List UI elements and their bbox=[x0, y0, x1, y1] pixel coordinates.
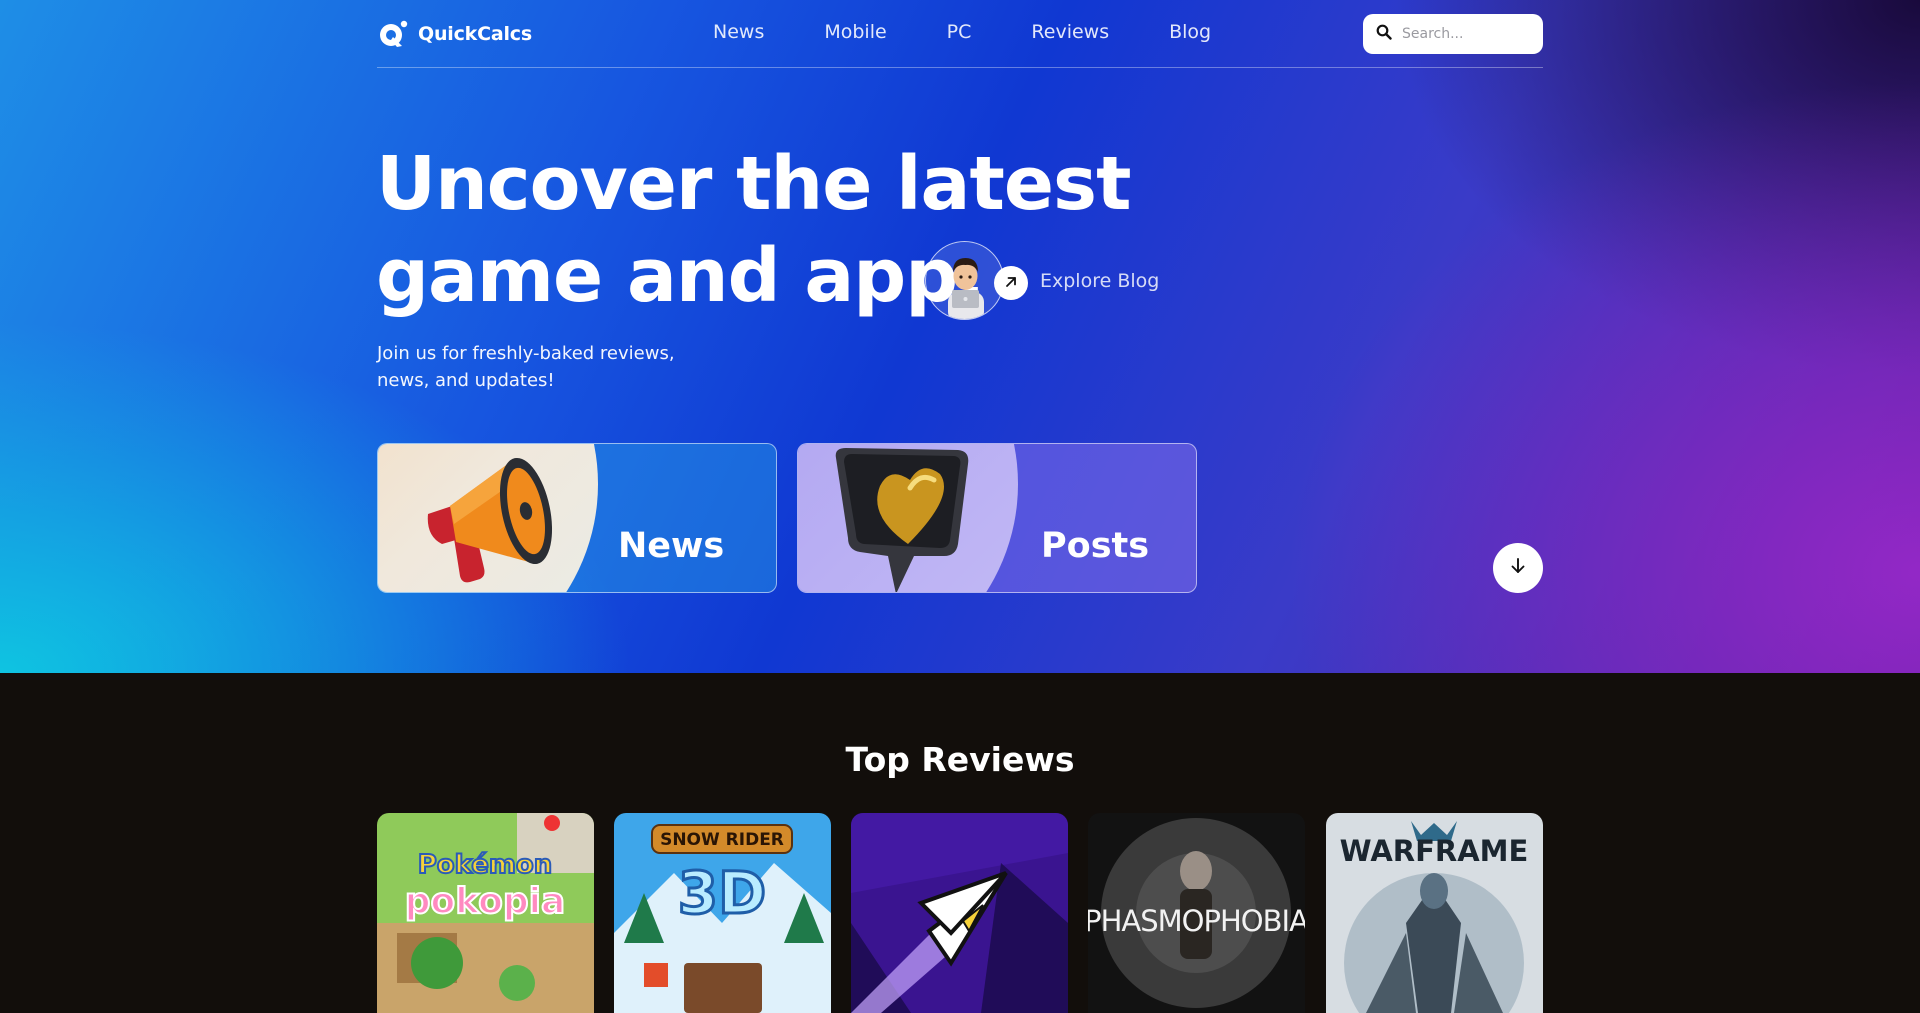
hero-subtitle: Join us for freshly-baked reviews, news,… bbox=[377, 340, 717, 394]
nav-link-mobile[interactable]: Mobile bbox=[824, 21, 886, 43]
news-card[interactable]: News bbox=[377, 443, 777, 593]
top-reviews-heading: Top Reviews bbox=[845, 740, 1075, 779]
brand-name: QuickCalcs bbox=[418, 23, 532, 45]
pokopia-art-title: pokopia bbox=[405, 881, 566, 922]
main-menu: News Mobile PC Reviews Blog bbox=[713, 21, 1211, 43]
search-icon bbox=[1376, 24, 1392, 44]
subtitle-line-1: Join us for freshly-baked reviews, bbox=[377, 343, 675, 364]
explore-blog-link[interactable]: Explore Blog bbox=[1040, 270, 1159, 292]
search-box[interactable] bbox=[1363, 14, 1543, 54]
headline-line-1: Uncover the latest bbox=[376, 141, 1131, 227]
posts-card[interactable]: Posts bbox=[797, 443, 1197, 593]
svg-text:3D: 3D bbox=[678, 859, 767, 927]
arrow-down-icon bbox=[1508, 556, 1528, 580]
svg-text:SNOW RIDER: SNOW RIDER bbox=[660, 830, 784, 850]
review-card-pokopia[interactable]: Pokémon pokopia bbox=[377, 813, 594, 1013]
hero-section: QuickCalcs News Mobile PC Reviews Blog U… bbox=[0, 0, 1920, 673]
explore-blog-arrow-button[interactable] bbox=[994, 266, 1028, 300]
warframe-art-title: WARFRAME bbox=[1340, 834, 1529, 868]
posts-card-label: Posts bbox=[1041, 526, 1150, 566]
subtitle-line-2: news, and updates! bbox=[377, 370, 555, 391]
avatar[interactable] bbox=[925, 241, 1004, 320]
review-card-geometry-rocket[interactable] bbox=[851, 813, 1068, 1013]
scroll-down-button[interactable] bbox=[1493, 543, 1543, 593]
review-card-snow-rider-3d[interactable]: SNOW RIDER 3D bbox=[614, 813, 831, 1013]
nav-link-news[interactable]: News bbox=[713, 21, 764, 43]
svg-text:Pokémon: Pokémon bbox=[418, 850, 553, 880]
review-card-warframe[interactable]: WARFRAME bbox=[1326, 813, 1543, 1013]
search-input[interactable] bbox=[1402, 26, 1532, 42]
review-card-phasmophobia[interactable]: PHASMOPHOBIA bbox=[1088, 813, 1305, 1013]
quickcalcs-logo-icon bbox=[377, 18, 409, 50]
nav-link-pc[interactable]: PC bbox=[947, 21, 972, 43]
brand-logo[interactable]: QuickCalcs bbox=[377, 18, 532, 50]
nav-link-blog[interactable]: Blog bbox=[1169, 21, 1211, 43]
megaphone-icon bbox=[398, 444, 578, 592]
news-card-label: News bbox=[618, 526, 725, 566]
top-nav: QuickCalcs News Mobile PC Reviews Blog bbox=[377, 0, 1543, 68]
phasmophobia-art-title: PHASMOPHOBIA bbox=[1088, 904, 1305, 938]
arrow-up-right-icon bbox=[1004, 274, 1018, 293]
nav-link-reviews[interactable]: Reviews bbox=[1031, 21, 1109, 43]
heart-message-icon bbox=[818, 444, 998, 592]
